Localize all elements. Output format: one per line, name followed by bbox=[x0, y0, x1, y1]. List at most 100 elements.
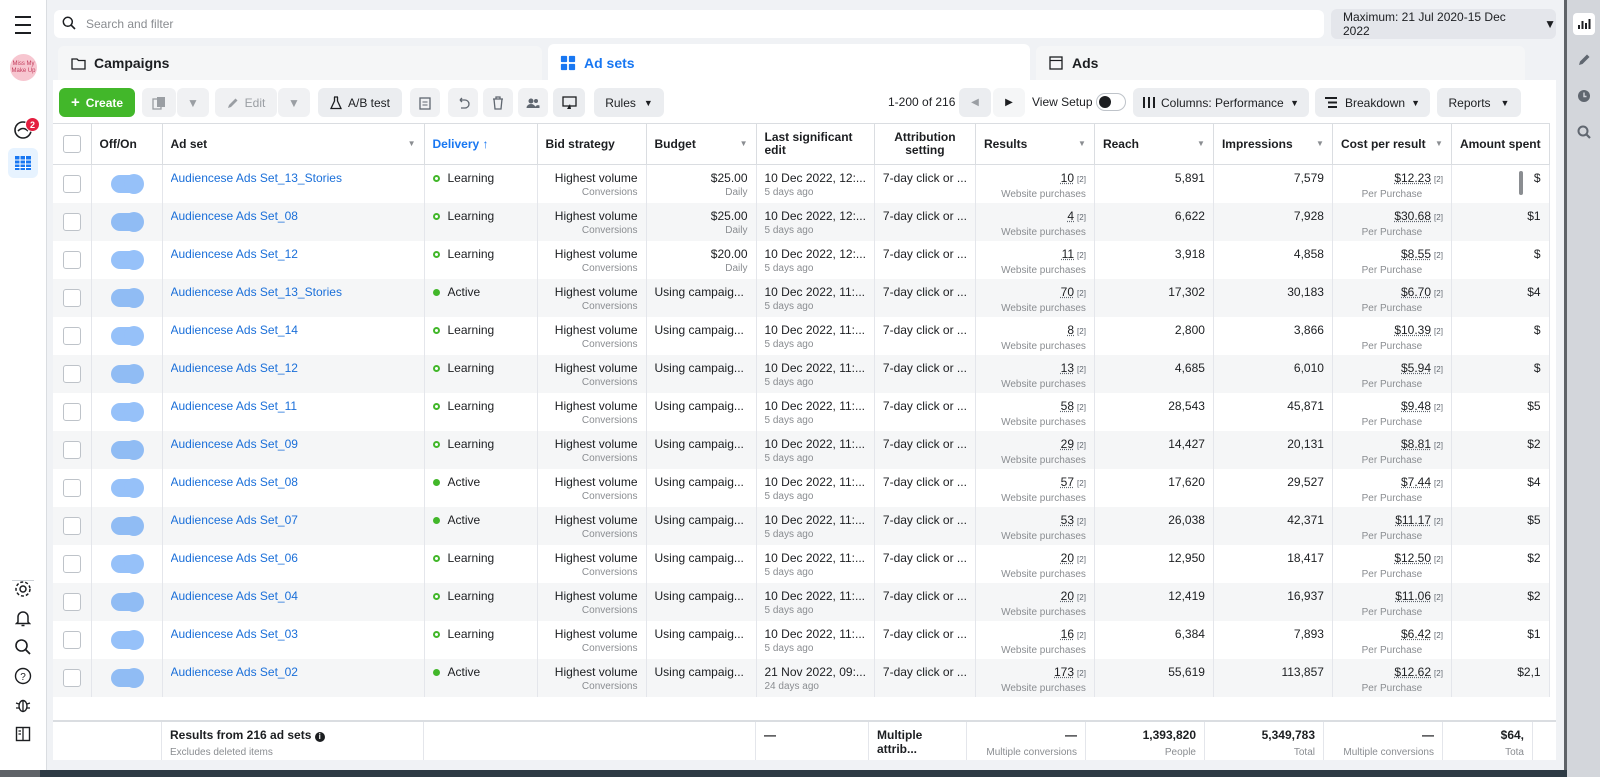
row-checkbox[interactable] bbox=[62, 250, 81, 269]
help-icon[interactable]: ? bbox=[8, 661, 38, 691]
search-bar[interactable]: Search and filter bbox=[54, 10, 1324, 38]
rules-dropdown[interactable]: Rules ▼ bbox=[594, 88, 664, 117]
ad-set-toggle[interactable] bbox=[110, 439, 144, 460]
ad-set-toggle[interactable] bbox=[110, 401, 144, 422]
clock-icon[interactable] bbox=[1573, 85, 1595, 107]
bug-icon[interactable] bbox=[8, 690, 38, 720]
table-row[interactable]: Audiencese Ads Set_13_Stories Learning Hig… bbox=[53, 164, 1550, 203]
create-button[interactable]: + Create bbox=[59, 88, 135, 117]
header-ad-set[interactable]: Ad set ▼ bbox=[162, 123, 425, 165]
table-row[interactable]: Audiencese Ads Set_13_Stories Active Highe… bbox=[53, 278, 1550, 317]
tab-campaigns[interactable]: Campaigns bbox=[58, 46, 542, 80]
ad-set-toggle[interactable] bbox=[110, 211, 144, 232]
header-cost-per-result[interactable]: Cost per result ▼ bbox=[1332, 123, 1452, 165]
ad-set-link[interactable]: Audiencese Ads Set_03 bbox=[171, 627, 416, 641]
header-results[interactable]: Results ▼ bbox=[975, 123, 1095, 165]
ad-set-toggle[interactable] bbox=[110, 477, 144, 498]
ad-set-link[interactable]: Audiencese Ads Set_08 bbox=[171, 475, 416, 489]
row-checkbox[interactable] bbox=[62, 478, 81, 497]
ad-set-toggle[interactable] bbox=[110, 287, 144, 308]
avatar[interactable]: Miss My Make Up bbox=[10, 54, 37, 81]
table-row[interactable]: Audiencese Ads Set_08 Learning Highest vol… bbox=[53, 202, 1550, 241]
ad-set-link[interactable]: Audiencese Ads Set_09 bbox=[171, 437, 416, 451]
duplicate-button[interactable] bbox=[142, 88, 176, 117]
table-row[interactable]: Audiencese Ads Set_03 Learning Highest vol… bbox=[53, 620, 1550, 659]
header-impressions[interactable]: Impressions ▼ bbox=[1213, 123, 1333, 165]
vertical-scrollbar[interactable] bbox=[1519, 171, 1523, 195]
row-checkbox[interactable] bbox=[62, 592, 81, 611]
ad-set-link[interactable]: Audiencese Ads Set_11 bbox=[171, 399, 416, 413]
ad-set-link[interactable]: Audiencese Ads Set_02 bbox=[171, 665, 416, 679]
tab-ads[interactable]: Ads bbox=[1036, 46, 1525, 80]
ad-set-link[interactable]: Audiencese Ads Set_13_Stories bbox=[171, 285, 416, 299]
table-row[interactable]: Audiencese Ads Set_14 Learning Highest vol… bbox=[53, 316, 1550, 355]
ad-set-toggle[interactable] bbox=[110, 363, 144, 384]
panel-icon[interactable] bbox=[8, 719, 38, 749]
view-setup-toggle[interactable] bbox=[1096, 93, 1126, 111]
row-checkbox[interactable] bbox=[62, 630, 81, 649]
settings-icon[interactable] bbox=[8, 574, 38, 604]
header-reach[interactable]: Reach ▼ bbox=[1094, 123, 1214, 165]
table-row[interactable]: Audiencese Ads Set_06 Learning Highest vol… bbox=[53, 544, 1550, 583]
next-page-button[interactable]: ▶ bbox=[993, 88, 1025, 117]
table-row[interactable]: Audiencese Ads Set_12 Learning Highest vol… bbox=[53, 354, 1550, 393]
ab-test-button[interactable]: A/B test bbox=[318, 88, 402, 117]
ad-set-link[interactable]: Audiencese Ads Set_12 bbox=[171, 247, 416, 261]
undo-button[interactable] bbox=[448, 88, 478, 117]
ad-set-toggle[interactable] bbox=[110, 667, 144, 688]
row-checkbox[interactable] bbox=[62, 402, 81, 421]
table-row[interactable]: Audiencese Ads Set_11 Learning Highest vol… bbox=[53, 392, 1550, 431]
row-checkbox[interactable] bbox=[62, 212, 81, 231]
header-amount-spent[interactable]: Amount spent bbox=[1451, 123, 1550, 165]
header-budget[interactable]: Budget ▼ bbox=[646, 123, 757, 165]
table-row[interactable]: Audiencese Ads Set_07 Active Highest volum… bbox=[53, 506, 1550, 545]
row-checkbox[interactable] bbox=[62, 326, 81, 345]
table-row[interactable]: Audiencese Ads Set_12 Learning Highest vol… bbox=[53, 240, 1550, 279]
table-row[interactable]: Audiencese Ads Set_09 Learning Highest vol… bbox=[53, 430, 1550, 469]
table-row[interactable]: Audiencese Ads Set_04 Learning Highest vol… bbox=[53, 582, 1550, 621]
ad-set-toggle[interactable] bbox=[110, 249, 144, 270]
header-last-edit[interactable]: Last significant edit bbox=[756, 123, 875, 165]
header-bid-strategy[interactable]: Bid strategy bbox=[537, 123, 647, 165]
zoom-icon[interactable] bbox=[1573, 121, 1595, 143]
ad-set-link[interactable]: Audiencese Ads Set_14 bbox=[171, 323, 416, 337]
audience-button[interactable] bbox=[518, 88, 548, 117]
bell-icon[interactable] bbox=[8, 603, 38, 633]
pencil-icon[interactable] bbox=[1573, 49, 1595, 71]
ad-set-toggle[interactable] bbox=[110, 515, 144, 536]
row-checkbox[interactable] bbox=[62, 364, 81, 383]
search-icon[interactable] bbox=[8, 632, 38, 662]
row-checkbox[interactable] bbox=[62, 554, 81, 573]
row-checkbox[interactable] bbox=[62, 668, 81, 687]
breakdown-dropdown[interactable]: Breakdown ▼ bbox=[1315, 88, 1430, 117]
date-range-picker[interactable]: Maximum: 21 Jul 2020-15 Dec 2022 ▼ bbox=[1331, 9, 1556, 39]
info-icon[interactable]: i bbox=[314, 732, 325, 742]
header-attribution[interactable]: Attribution setting bbox=[874, 123, 976, 165]
reports-dropdown[interactable]: Reports ▼ bbox=[1437, 88, 1521, 117]
table-row[interactable]: Audiencese Ads Set_08 Active Highest volum… bbox=[53, 468, 1550, 507]
columns-dropdown[interactable]: Columns: Performance ▼ bbox=[1133, 88, 1309, 117]
ad-set-toggle[interactable] bbox=[110, 591, 144, 612]
row-checkbox[interactable] bbox=[62, 516, 81, 535]
menu-icon[interactable] bbox=[8, 10, 38, 40]
ad-set-toggle[interactable] bbox=[110, 553, 144, 574]
chart-icon[interactable] bbox=[1573, 13, 1595, 35]
ad-set-link[interactable]: Audiencese Ads Set_07 bbox=[171, 513, 416, 527]
tab-ad-sets[interactable]: Ad sets bbox=[548, 44, 1030, 82]
select-all-checkbox[interactable] bbox=[62, 135, 81, 153]
ad-set-toggle[interactable] bbox=[110, 174, 144, 194]
ad-set-link[interactable]: Audiencese Ads Set_04 bbox=[171, 589, 416, 603]
ad-set-link[interactable]: Audiencese Ads Set_12 bbox=[171, 361, 416, 375]
delete-button[interactable] bbox=[483, 88, 513, 117]
edit-button[interactable]: Edit bbox=[215, 88, 277, 117]
edit-dropdown[interactable]: ▼ bbox=[278, 88, 310, 117]
header-delivery[interactable]: Delivery ↑ bbox=[424, 123, 538, 165]
ad-set-toggle[interactable] bbox=[110, 629, 144, 650]
row-checkbox[interactable] bbox=[62, 175, 81, 193]
ad-set-link[interactable]: Audiencese Ads Set_08 bbox=[171, 209, 416, 223]
clipboard-button[interactable] bbox=[410, 88, 440, 117]
table-row[interactable]: Audiencese Ads Set_02 Active Highest volum… bbox=[53, 658, 1550, 697]
row-checkbox[interactable] bbox=[62, 288, 81, 307]
ad-set-link[interactable]: Audiencese Ads Set_06 bbox=[171, 551, 416, 565]
duplicate-dropdown[interactable]: ▼ bbox=[177, 88, 209, 117]
